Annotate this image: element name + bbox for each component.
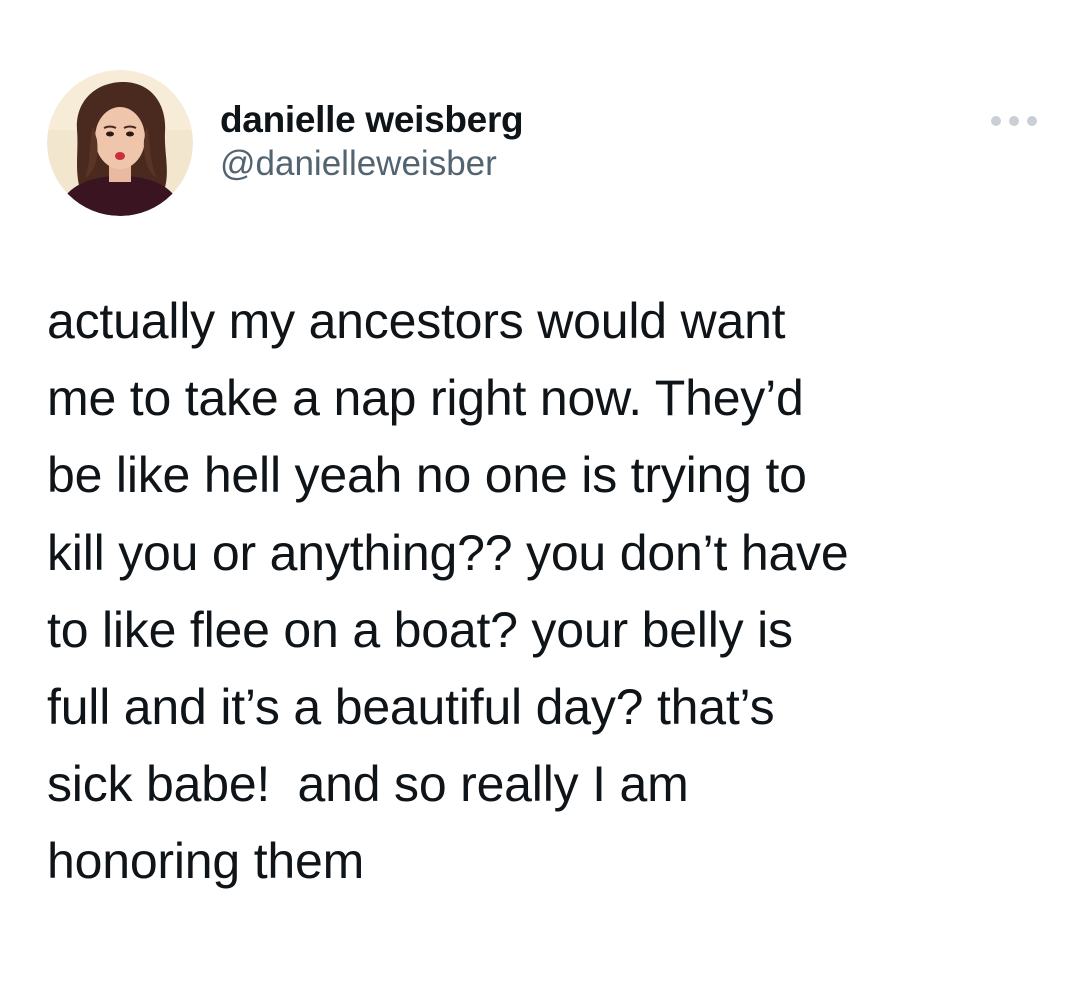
tweet-text-line: to like flee on a boat? your belly is bbox=[47, 601, 793, 658]
more-dots-icon bbox=[991, 116, 1001, 126]
tweet-header: danielle weisberg @danielleweisber bbox=[47, 70, 1037, 220]
tweet-text-line: me to take a nap right now. They’d bbox=[47, 370, 804, 427]
tweet-text: actually my ancestors would want me to t… bbox=[47, 283, 1037, 901]
tweet-text-line: be like hell yeah no one is trying to bbox=[47, 447, 807, 504]
author-display-name[interactable]: danielle weisberg bbox=[220, 98, 524, 142]
user-avatar-icon bbox=[47, 70, 193, 216]
tweet-text-line: actually my ancestors would want bbox=[47, 293, 786, 349]
author-block: danielle weisberg @danielleweisber bbox=[220, 98, 524, 186]
more-options-button[interactable] bbox=[991, 108, 1037, 134]
tweet-text-line: sick babe! and so really I am bbox=[47, 756, 689, 813]
author-handle[interactable]: @danielleweisber bbox=[220, 142, 523, 186]
more-dots-icon bbox=[1027, 116, 1037, 126]
tweet-text-line: honoring them bbox=[47, 833, 365, 890]
tweet-text-line: full and it’s a beautiful day? that’s bbox=[47, 679, 775, 736]
more-dots-icon bbox=[1009, 116, 1019, 126]
tweet-card: danielle weisberg @danielleweisber actua… bbox=[0, 0, 1080, 1002]
tweet-text-line: kill you or anything?? you don’t have bbox=[47, 524, 849, 581]
avatar[interactable] bbox=[47, 70, 193, 216]
